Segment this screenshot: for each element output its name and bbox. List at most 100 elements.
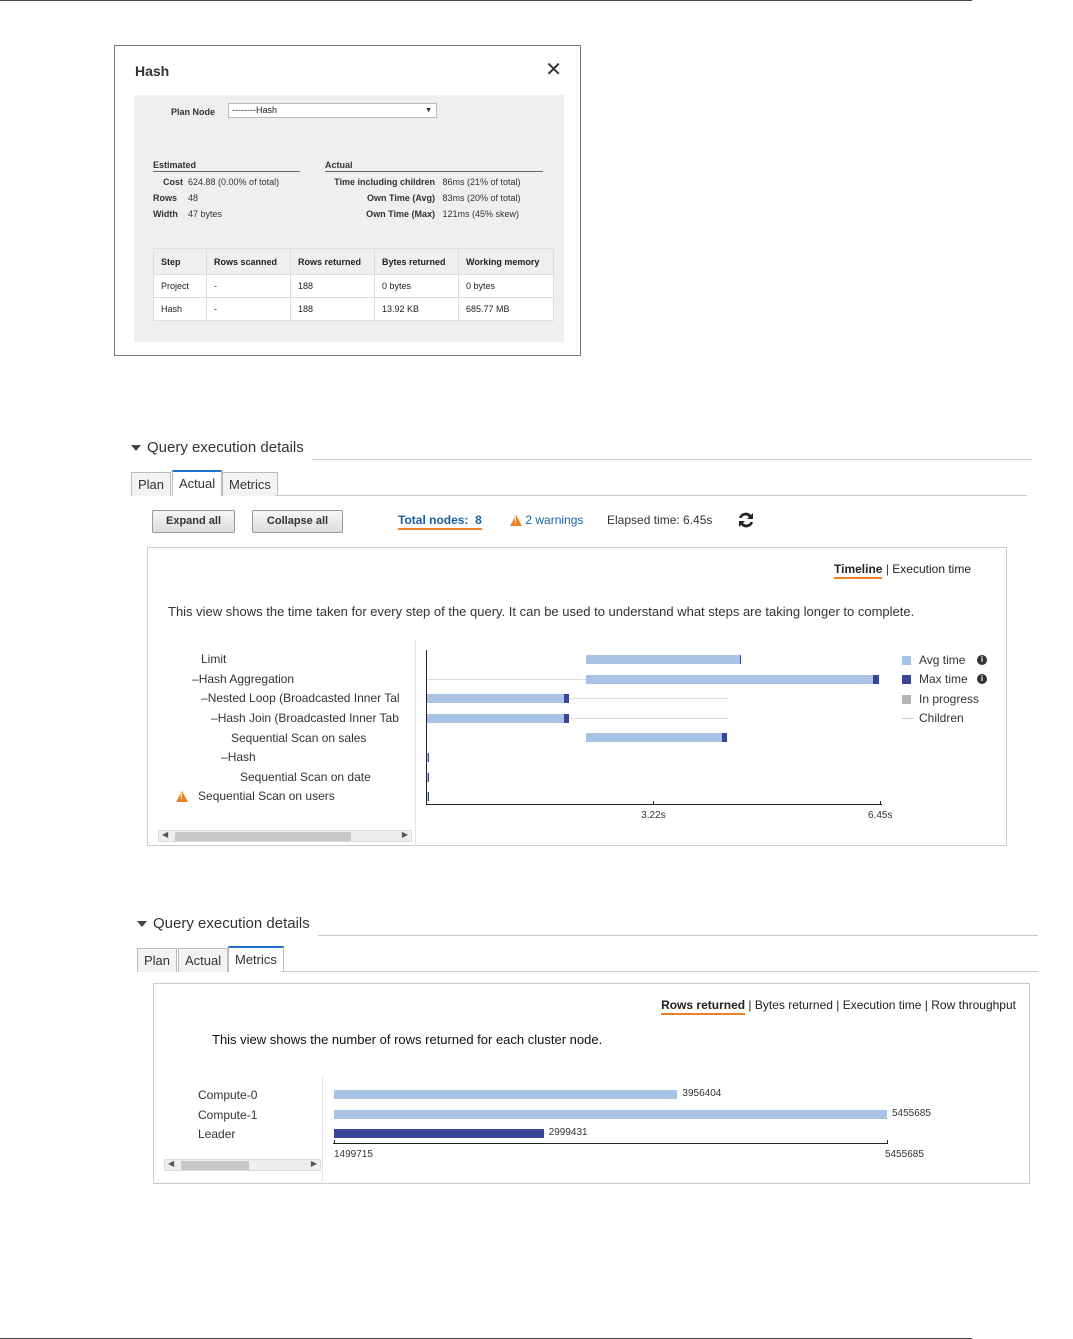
x-tick-label: 3.22s — [641, 810, 666, 821]
metrics-panel: Rows returned | Bytes returned | Executi… — [153, 983, 1030, 1184]
view-separator: | — [885, 562, 889, 576]
info-icon[interactable]: i — [977, 655, 987, 665]
node-seq-scan-users[interactable]: Sequential Scan on users — [176, 789, 335, 803]
view-link-bytes-returned[interactable]: Bytes returned — [755, 998, 833, 1012]
avg-time-bar[interactable] — [427, 713, 564, 723]
view-link-row-throughput[interactable]: Row throughput — [931, 998, 1016, 1012]
collapse-dash-icon[interactable]: – — [192, 672, 199, 686]
avg-time-bar[interactable] — [427, 694, 564, 704]
actual-value: 83ms (20% of total) — [442, 193, 521, 203]
scroll-right-icon[interactable]: ▶ — [402, 830, 408, 839]
table-cell: Project — [153, 274, 207, 298]
tab-plan[interactable]: Plan — [137, 948, 178, 972]
scrollbar-thumb[interactable] — [175, 832, 351, 841]
close-icon[interactable]: ✕ — [545, 60, 562, 80]
column-header: Working memory — [458, 248, 554, 275]
node-seq-scan-date[interactable]: Sequential Scan on date — [240, 770, 371, 784]
section-heading-metrics[interactable]: Query execution details — [137, 915, 310, 932]
tab-actual[interactable]: Actual — [172, 470, 223, 496]
avg-time-bar[interactable] — [586, 655, 740, 664]
x-tick — [887, 1140, 888, 1144]
horizontal-scrollbar[interactable]: ◀ ▶ — [164, 1159, 321, 1171]
warnings-link[interactable]: 2 warnings — [510, 513, 583, 527]
tab-baseline — [281, 971, 1038, 972]
dialog-body: Plan Node --------Hash ▼ Estimated Cost … — [134, 95, 564, 342]
estimated-value: 48 — [188, 193, 199, 203]
collapse-triangle-icon — [131, 445, 141, 452]
column-header: Bytes returned — [374, 248, 459, 275]
info-icon[interactable]: i — [977, 674, 987, 684]
node-nested-loop[interactable]: –Nested Loop (Broadcasted Inner Tal — [201, 691, 400, 705]
max-time-bar[interactable] — [721, 733, 727, 743]
dropdown-arrow-icon: ▼ — [425, 107, 432, 114]
horizontal-scrollbar[interactable]: ◀ ▶ — [158, 830, 412, 842]
node-hash[interactable]: –Hash — [221, 750, 256, 764]
refresh-icon[interactable] — [735, 509, 757, 536]
estimated-key: Rows — [153, 193, 178, 203]
actual-list: Time including children 86ms (21% of tot… — [325, 177, 521, 225]
max-time-bar[interactable] — [428, 792, 430, 802]
scroll-left-icon[interactable]: ◀ — [168, 1159, 174, 1168]
table-cell: 0 bytes — [374, 274, 459, 298]
legend-label-in-progress: In progress — [919, 692, 980, 706]
rows-returned-chart: 3956404 5455685 2999431 1499715 5455685 — [333, 1084, 933, 1174]
collapse-all-button[interactable]: Collapse all — [252, 510, 343, 533]
tab-plan[interactable]: Plan — [131, 472, 172, 496]
max-time-bar[interactable] — [872, 674, 879, 684]
x-tick — [880, 801, 881, 805]
collapse-dash-icon[interactable]: – — [221, 750, 228, 764]
children-line — [427, 678, 587, 680]
legend-label-children: Children — [919, 711, 964, 725]
legend-swatch-avg — [902, 656, 911, 665]
expand-all-button[interactable]: Expand all — [152, 510, 235, 533]
x-tick — [334, 1140, 335, 1144]
max-time-bar[interactable] — [428, 753, 430, 762]
plan-node-select[interactable]: --------Hash ▼ — [228, 103, 437, 118]
tab-actual[interactable]: Actual — [178, 948, 229, 972]
scrollbar-thumb[interactable] — [181, 1161, 249, 1170]
x-tick-label: 6.45s — [868, 810, 893, 821]
view-link-rows-returned[interactable]: Rows returned — [661, 998, 746, 1015]
max-time-bar[interactable] — [563, 713, 569, 723]
node-limit[interactable]: Limit — [201, 652, 226, 666]
column-header: Rows returned — [290, 248, 375, 275]
legend-swatch-children — [902, 718, 914, 719]
estimated-list: Cost 624.88 (0.00% of total) Rows 48 Wid… — [153, 177, 279, 225]
step-metrics-table: Step Rows scanned Rows returned Bytes re… — [153, 248, 554, 321]
column-header: Rows scanned — [206, 248, 291, 275]
x-axis — [333, 1143, 888, 1144]
view-link-timeline[interactable]: Timeline — [834, 562, 883, 579]
avg-time-bar[interactable] — [586, 733, 722, 743]
tab-metrics[interactable]: Metrics — [222, 472, 278, 496]
table-row: Project - 188 0 bytes 0 bytes — [153, 274, 554, 298]
max-time-bar[interactable] — [428, 772, 430, 782]
rows-bar[interactable] — [334, 1109, 887, 1119]
rows-bar[interactable] — [334, 1129, 544, 1138]
actual-key: Own Time (Avg) — [366, 193, 435, 203]
view-link-execution-time[interactable]: Execution time — [843, 998, 922, 1012]
estimated-key: Cost — [163, 177, 183, 187]
table-cell: Hash — [153, 297, 207, 321]
section-heading-actual[interactable]: Query execution details — [131, 439, 304, 456]
node-compute-0: Compute-0 — [198, 1088, 258, 1102]
collapse-dash-icon[interactable]: – — [201, 691, 208, 705]
max-time-bar[interactable] — [563, 694, 569, 704]
scroll-left-icon[interactable]: ◀ — [162, 830, 168, 839]
avg-time-bar[interactable] — [586, 674, 873, 684]
rows-bar[interactable] — [334, 1090, 678, 1099]
collapse-dash-icon[interactable]: – — [211, 711, 218, 725]
node-hash-aggregation[interactable]: –Hash Aggregation — [192, 672, 294, 686]
node-seq-scan-sales[interactable]: Sequential Scan on sales — [231, 731, 366, 745]
scroll-right-icon[interactable]: ▶ — [311, 1159, 317, 1168]
max-time-bar[interactable] — [739, 655, 741, 664]
tab-metrics[interactable]: Metrics — [228, 946, 284, 972]
timeline-panel: Timeline | Execution time This view show… — [147, 547, 1007, 846]
bar-value-label: 2999431 — [548, 1127, 588, 1138]
estimated-value: 47 bytes — [188, 209, 223, 219]
actual-key: Time including children — [334, 177, 435, 187]
node-hash-join[interactable]: –Hash Join (Broadcasted Inner Tab — [211, 711, 399, 725]
view-link-execution-time[interactable]: Execution time — [892, 562, 971, 576]
node-label: Hash Join (Broadcasted Inner Tab — [217, 711, 399, 725]
view-separator: | — [748, 998, 752, 1012]
total-nodes[interactable]: Total nodes: 8 — [398, 513, 482, 530]
